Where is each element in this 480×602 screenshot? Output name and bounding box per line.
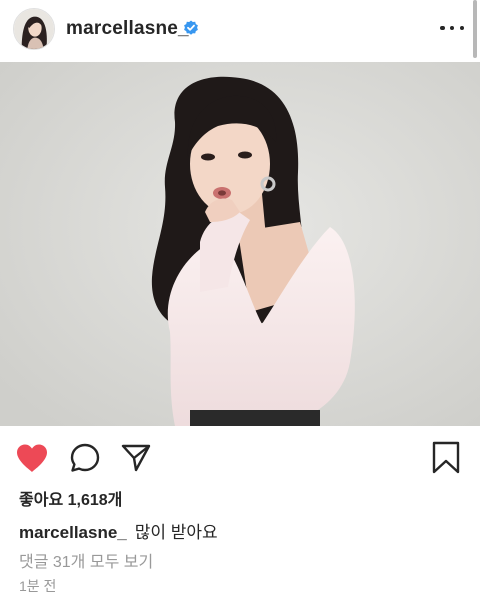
direct-share-icon[interactable] — [118, 440, 154, 476]
caption-text: 많이 받아요 — [134, 523, 218, 542]
profile-avatar[interactable] — [13, 8, 55, 50]
post-username[interactable]: marcellasne_ — [66, 18, 189, 40]
heart-shape — [17, 444, 47, 472]
caption-username[interactable]: marcellasne_ — [19, 523, 127, 542]
post-header: marcellasne_ — [0, 0, 480, 62]
likes-count[interactable]: 좋아요 1,618개 — [19, 486, 122, 510]
verified-badge-icon — [184, 20, 198, 35]
portrait-image — [0, 62, 480, 426]
post-photo[interactable] — [0, 62, 480, 426]
action-bar — [0, 426, 480, 490]
scrollbar[interactable] — [473, 0, 477, 58]
more-dot — [449, 25, 455, 31]
bookmark-icon[interactable] — [428, 440, 464, 476]
view-all-comments-link[interactable]: 댓글 31개 모두 보기 — [19, 548, 153, 572]
heart-icon[interactable] — [14, 440, 50, 476]
comment-icon[interactable] — [67, 440, 103, 476]
share-shape — [121, 444, 151, 472]
comment-shape — [70, 443, 100, 472]
more-options-icon[interactable] — [440, 19, 464, 37]
avatar-image — [14, 9, 54, 49]
bookmark-shape — [432, 441, 460, 474]
more-dot — [440, 25, 445, 31]
post-caption: marcellasne_ 많이 받아요 — [19, 518, 218, 543]
post-timestamp: 1분 전 — [19, 578, 57, 594]
more-dot — [459, 25, 464, 31]
